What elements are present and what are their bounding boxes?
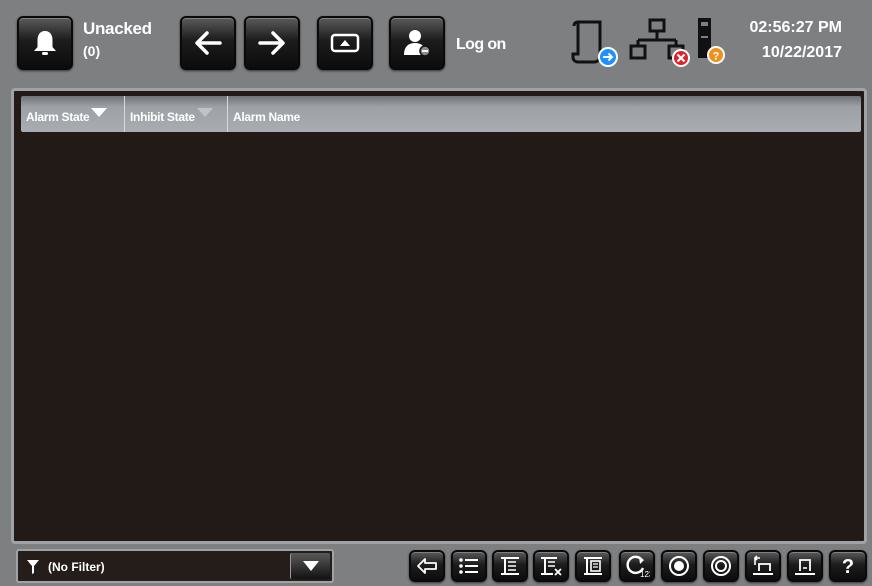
unacked-count: (0) <box>83 43 101 59</box>
unshelve-icon <box>795 559 815 575</box>
alarm-banner-button[interactable] <box>17 16 73 70</box>
deselect-icon <box>541 557 562 576</box>
filter-dropdown-button[interactable] <box>290 553 330 579</box>
column-label: Alarm State <box>26 110 90 124</box>
toolbar-reset-counts-button[interactable]: 123 <box>619 550 655 582</box>
acknowledge-all-icon <box>711 556 731 576</box>
filter-icon <box>27 560 39 574</box>
alarm-table[interactable]: Alarm State Inhibit State Alarm Name <box>11 88 867 544</box>
logon-label: Log on <box>456 36 506 53</box>
column-header-alarm-name[interactable]: Alarm Name <box>228 96 861 132</box>
toolbar-back-button[interactable] <box>409 550 445 582</box>
toolbar-details-button[interactable] <box>575 550 611 582</box>
unacked-label: Unacked <box>83 19 152 38</box>
toolbar-select-button[interactable] <box>492 550 528 582</box>
clock-date: 10/22/2017 <box>761 44 842 61</box>
back-arrow-icon <box>417 558 437 574</box>
help-icon: ? <box>842 556 854 577</box>
column-header-alarm-state[interactable]: Alarm State <box>21 96 125 132</box>
acknowledge-icon <box>669 556 689 576</box>
sort-triangle-icon <box>91 108 108 117</box>
bell-icon <box>34 31 56 55</box>
toolbar-list-button[interactable] <box>451 550 487 582</box>
scroll-log-icon <box>571 20 618 67</box>
network-status[interactable] <box>628 18 690 68</box>
select-icon <box>501 557 519 575</box>
clock-time: 02:56:27 PM <box>749 19 843 36</box>
column-label: Alarm Name <box>233 110 301 124</box>
svg-text:123: 123 <box>640 570 650 578</box>
column-label: Inhibit State <box>130 110 195 124</box>
arrow-right-icon <box>258 31 285 55</box>
filter-dropdown[interactable]: (No Filter) <box>16 549 334 583</box>
navigate-forward-button[interactable] <box>244 16 300 70</box>
toolbar-acknowledge-button[interactable] <box>661 550 697 582</box>
table-header: Alarm State Inhibit State Alarm Name <box>21 96 861 132</box>
navigate-back-button[interactable] <box>180 16 236 70</box>
toolbar-acknowledge-all-button[interactable] <box>703 550 739 582</box>
shelve-icon <box>753 555 773 575</box>
filter-value: (No Filter) <box>48 560 105 574</box>
list-icon <box>459 558 478 574</box>
display-menu-button[interactable] <box>317 16 373 70</box>
logon-button[interactable] <box>389 16 445 70</box>
arrow-left-icon <box>195 31 222 55</box>
display-icon <box>330 33 360 53</box>
toolbar-unshelve-button[interactable] <box>787 550 823 582</box>
sort-triangle-icon <box>196 108 213 117</box>
reset-counts-icon: 123 <box>626 555 650 578</box>
svg-text:?: ? <box>842 556 854 577</box>
network-icon <box>629 18 690 67</box>
user-icon <box>404 30 431 57</box>
toolbar-deselect-button[interactable] <box>533 550 569 582</box>
chevron-down-icon <box>302 561 319 571</box>
toolbar-help-button[interactable]: ? <box>829 550 867 582</box>
diagnostics-status[interactable] <box>570 18 622 68</box>
details-icon <box>584 557 602 575</box>
column-header-inhibit-state[interactable]: Inhibit State <box>125 96 228 132</box>
toolbar-shelve-button[interactable] <box>745 550 781 582</box>
